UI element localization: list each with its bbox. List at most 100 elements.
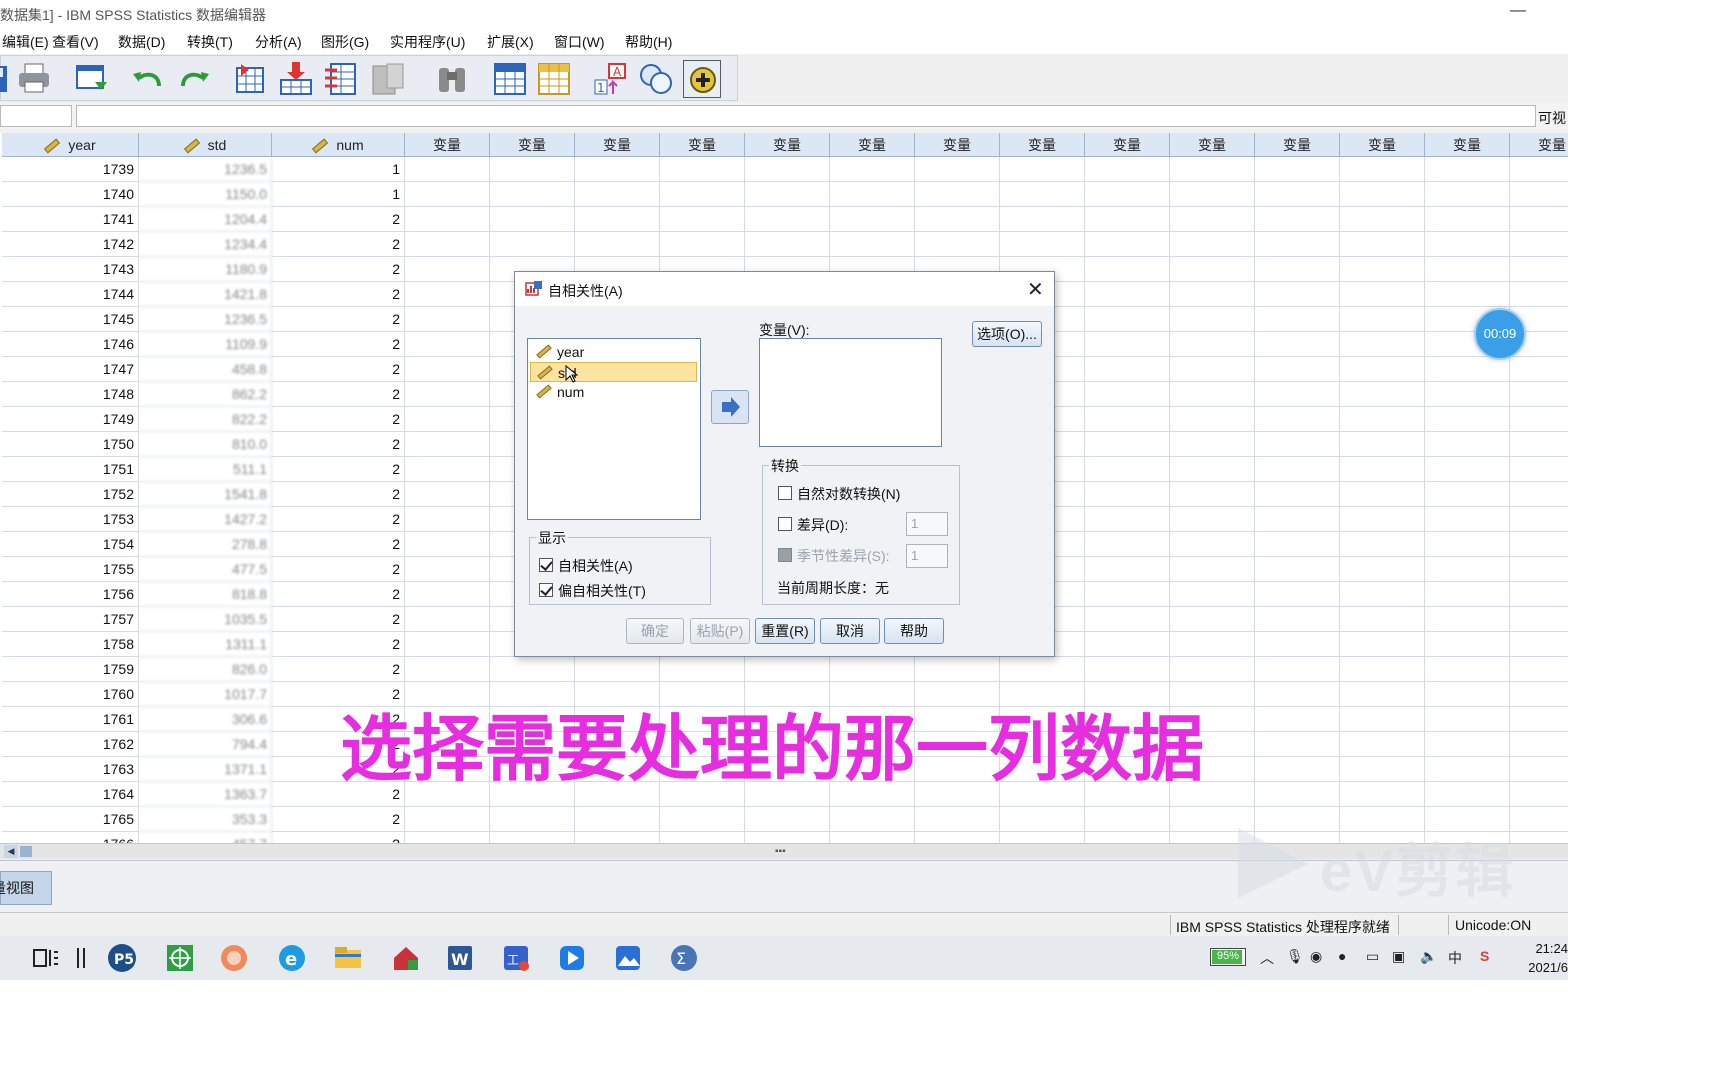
blue-tool-app-icon[interactable]: 工 [500, 942, 532, 974]
cell-year[interactable]: 1765 [2, 807, 139, 832]
cell-empty[interactable] [1085, 607, 1170, 632]
scroll-thumb[interactable] [20, 846, 32, 857]
cell-empty[interactable] [1085, 832, 1170, 843]
column-header-empty-variable[interactable]: 变量 [1510, 133, 1568, 157]
cell-num[interactable]: 2 [272, 657, 405, 682]
cell-std[interactable]: 818.8 [139, 582, 272, 607]
cell-empty[interactable] [745, 657, 830, 682]
cell-num[interactable]: 2 [272, 557, 405, 582]
cell-std[interactable]: 1311.1 [139, 632, 272, 657]
cell-empty[interactable] [1425, 732, 1510, 757]
cell-num[interactable]: 2 [272, 282, 405, 307]
list-item-std[interactable]: std [530, 362, 697, 382]
qq-icon[interactable]: ● [1338, 948, 1346, 964]
cell-num[interactable]: 1 [272, 182, 405, 207]
cell-empty[interactable] [915, 232, 1000, 257]
cell-empty[interactable] [1425, 232, 1510, 257]
split-file-icon[interactable]: A1 [593, 60, 631, 98]
cell-std[interactable]: 1017.7 [139, 682, 272, 707]
ev-recorder-icon[interactable] [556, 942, 588, 974]
cell-empty[interactable] [1085, 357, 1170, 382]
cell-empty[interactable] [1000, 807, 1085, 832]
cell-empty[interactable] [1255, 457, 1340, 482]
cell-empty[interactable] [1340, 207, 1425, 232]
cell-empty[interactable] [1170, 482, 1255, 507]
column-header-empty-variable[interactable]: 变量 [830, 133, 915, 157]
cell-num[interactable]: 2 [272, 207, 405, 232]
cell-empty[interactable] [1000, 832, 1085, 843]
cell-empty[interactable] [1510, 382, 1568, 407]
cell-empty[interactable] [660, 832, 745, 843]
cell-empty[interactable] [1255, 607, 1340, 632]
cell-empty[interactable] [1510, 507, 1568, 532]
cell-empty[interactable] [405, 357, 490, 382]
column-header-empty-variable[interactable]: 变量 [1425, 133, 1510, 157]
cell-empty[interactable] [1510, 182, 1568, 207]
cell-empty[interactable] [1170, 332, 1255, 357]
cell-std[interactable]: 458.8 [139, 357, 272, 382]
cell-empty[interactable] [1425, 157, 1510, 182]
cell-std[interactable]: 457.7 [139, 832, 272, 843]
cell-empty[interactable] [1425, 682, 1510, 707]
cell-empty[interactable] [1255, 282, 1340, 307]
cell-std[interactable]: 278.8 [139, 532, 272, 557]
cell-empty[interactable] [660, 657, 745, 682]
word-icon[interactable]: W [444, 942, 476, 974]
cell-empty[interactable] [1255, 257, 1340, 282]
cell-empty[interactable] [405, 557, 490, 582]
cell-empty[interactable] [660, 807, 745, 832]
cell-empty[interactable] [1425, 457, 1510, 482]
cell-empty[interactable] [1340, 382, 1425, 407]
cell-empty[interactable] [1340, 732, 1425, 757]
cell-empty[interactable] [1085, 807, 1170, 832]
cell-num[interactable]: 2 [272, 582, 405, 607]
cell-empty[interactable] [1425, 657, 1510, 682]
cell-empty[interactable] [1510, 232, 1568, 257]
column-header-empty-variable[interactable]: 变量 [1000, 133, 1085, 157]
save-icon[interactable] [0, 60, 13, 98]
column-header-empty-variable[interactable]: 变量 [1170, 133, 1255, 157]
cell-empty[interactable] [1000, 207, 1085, 232]
cell-empty[interactable] [1170, 432, 1255, 457]
insert-variable-icon[interactable] [535, 60, 573, 98]
keyboard-icon[interactable]: ▭ [1366, 948, 1379, 965]
cell-empty[interactable] [1255, 407, 1340, 432]
cell-empty[interactable] [1340, 157, 1425, 182]
menu-help[interactable]: 帮助(H) [625, 32, 672, 52]
cell-name-box[interactable] [0, 105, 72, 127]
cell-year[interactable]: 1764 [2, 782, 139, 807]
task-view-icon[interactable] [30, 942, 62, 974]
cell-empty[interactable] [660, 207, 745, 232]
cell-empty[interactable] [1340, 332, 1425, 357]
cell-empty[interactable] [490, 182, 575, 207]
cell-empty[interactable] [1510, 357, 1568, 382]
cell-empty[interactable] [1340, 782, 1425, 807]
cell-empty[interactable] [1000, 232, 1085, 257]
cell-value-input[interactable] [76, 105, 1536, 127]
column-header-empty-variable[interactable]: 变量 [1340, 133, 1425, 157]
cell-empty[interactable] [660, 182, 745, 207]
recording-timer-badge[interactable]: 00:09 [1474, 308, 1526, 360]
go-to-variable-icon[interactable] [277, 60, 315, 98]
cell-empty[interactable] [1085, 257, 1170, 282]
volume-icon[interactable]: 🔈 [1420, 948, 1437, 965]
cell-num[interactable]: 2 [272, 632, 405, 657]
cell-empty[interactable] [1170, 182, 1255, 207]
cell-empty[interactable] [1170, 157, 1255, 182]
find-icon[interactable] [433, 60, 471, 98]
cell-empty[interactable] [1340, 357, 1425, 382]
red-house-app-icon[interactable] [390, 942, 422, 974]
mountain-app-icon[interactable] [612, 942, 644, 974]
cell-empty[interactable] [1510, 532, 1568, 557]
cell-empty[interactable] [1425, 532, 1510, 557]
cell-empty[interactable] [1085, 557, 1170, 582]
cell-empty[interactable] [1085, 432, 1170, 457]
cell-empty[interactable] [1510, 407, 1568, 432]
cell-empty[interactable] [660, 232, 745, 257]
paste-button[interactable]: 粘贴(P) [690, 618, 750, 644]
cell-empty[interactable] [1085, 457, 1170, 482]
go-to-case-icon[interactable] [231, 60, 269, 98]
cell-empty[interactable] [1170, 582, 1255, 607]
cell-num[interactable]: 1 [272, 157, 405, 182]
cell-std[interactable]: 1363.7 [139, 782, 272, 807]
